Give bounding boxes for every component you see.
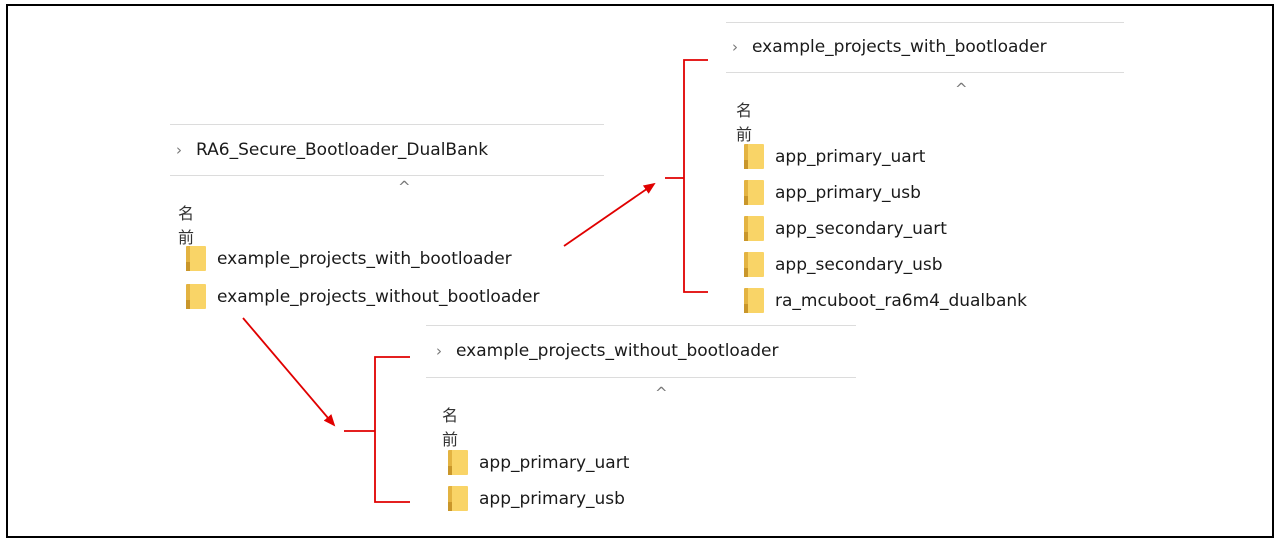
- bracket-with-bootloader: [665, 59, 708, 293]
- bracket-without-bootloader: [344, 356, 410, 503]
- arrow-to-with-bootloader: [563, 182, 656, 247]
- arrow-to-without-bootloader: [242, 317, 336, 427]
- annotation-overlay: [242, 59, 708, 503]
